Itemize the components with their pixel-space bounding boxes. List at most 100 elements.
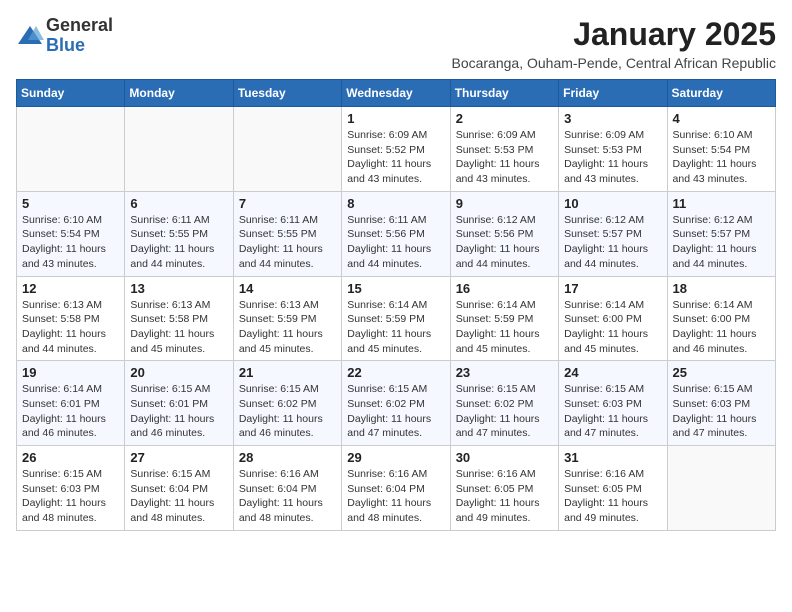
day-info: Sunrise: 6:14 AM Sunset: 5:59 PM Dayligh… <box>456 298 553 357</box>
calendar-week-row: 1Sunrise: 6:09 AM Sunset: 5:52 PM Daylig… <box>17 107 776 192</box>
calendar-cell: 16 Sunrise: 6:14 AM Sunset: 5:59 PM Dayli… <box>450 276 558 361</box>
day-info: Sunrise: 6:11 AM Sunset: 5:55 PM Dayligh… <box>239 213 336 272</box>
day-number: 12 <box>22 281 119 296</box>
calendar-cell: 19Sunrise: 6:14 AM Sunset: 6:01 PM Dayli… <box>17 361 125 446</box>
day-number: 13 <box>130 281 227 296</box>
calendar-cell: 4 Sunrise: 6:10 AM Sunset: 5:54 PM Daylig… <box>667 107 775 192</box>
calendar-cell: 26 Sunrise: 6:15 AM Sunset: 6:03 PM Dayli… <box>17 446 125 531</box>
logo: General Blue <box>16 16 113 56</box>
day-number: 8 <box>347 196 444 211</box>
day-info: Sunrise: 6:11 AM Sunset: 5:55 PM Dayligh… <box>130 213 227 272</box>
day-info: Sunrise: 6:14 AM Sunset: 6:01 PM Dayligh… <box>22 382 119 441</box>
day-info: Sunrise: 6:15 AM Sunset: 6:02 PM Dayligh… <box>347 382 444 441</box>
calendar-cell: 9Sunrise: 6:12 AM Sunset: 5:56 PM Daylig… <box>450 191 558 276</box>
day-info: Sunrise: 6:15 AM Sunset: 6:01 PM Dayligh… <box>130 382 227 441</box>
calendar-cell: 25 Sunrise: 6:15 AM Sunset: 6:03 PM Dayli… <box>667 361 775 446</box>
day-number: 17 <box>564 281 661 296</box>
month-year-title: January 2025 <box>451 16 776 53</box>
calendar-cell: 27 Sunrise: 6:15 AM Sunset: 6:04 PM Dayli… <box>125 446 233 531</box>
day-number: 29 <box>347 450 444 465</box>
day-info: Sunrise: 6:16 AM Sunset: 6:04 PM Dayligh… <box>347 467 444 526</box>
day-info: Sunrise: 6:13 AM Sunset: 5:58 PM Dayligh… <box>130 298 227 357</box>
day-info: Sunrise: 6:11 AM Sunset: 5:56 PM Dayligh… <box>347 213 444 272</box>
day-number: 14 <box>239 281 336 296</box>
calendar-cell: 28Sunrise: 6:16 AM Sunset: 6:04 PM Dayli… <box>233 446 341 531</box>
calendar-cell: 29 Sunrise: 6:16 AM Sunset: 6:04 PM Dayli… <box>342 446 450 531</box>
day-number: 23 <box>456 365 553 380</box>
day-number: 31 <box>564 450 661 465</box>
calendar-cell <box>233 107 341 192</box>
day-number: 1 <box>347 111 444 126</box>
weekday-header-sunday: Sunday <box>17 80 125 107</box>
weekday-header-thursday: Thursday <box>450 80 558 107</box>
day-info: Sunrise: 6:09 AM Sunset: 5:53 PM Dayligh… <box>564 128 661 187</box>
day-info: Sunrise: 6:14 AM Sunset: 6:00 PM Dayligh… <box>673 298 770 357</box>
calendar-cell: 10 Sunrise: 6:12 AM Sunset: 5:57 PM Dayli… <box>559 191 667 276</box>
calendar-cell: 13 Sunrise: 6:13 AM Sunset: 5:58 PM Dayli… <box>125 276 233 361</box>
day-info: Sunrise: 6:15 AM Sunset: 6:02 PM Dayligh… <box>239 382 336 441</box>
day-number: 4 <box>673 111 770 126</box>
calendar-week-row: 26 Sunrise: 6:15 AM Sunset: 6:03 PM Dayli… <box>17 446 776 531</box>
day-info: Sunrise: 6:15 AM Sunset: 6:04 PM Dayligh… <box>130 467 227 526</box>
day-number: 6 <box>130 196 227 211</box>
day-number: 30 <box>456 450 553 465</box>
logo-icon <box>16 24 44 48</box>
day-number: 27 <box>130 450 227 465</box>
day-number: 28 <box>239 450 336 465</box>
day-info: Sunrise: 6:16 AM Sunset: 6:05 PM Dayligh… <box>456 467 553 526</box>
logo-general-text: General <box>46 15 113 35</box>
day-info: Sunrise: 6:12 AM Sunset: 5:57 PM Dayligh… <box>564 213 661 272</box>
calendar-cell: 8 Sunrise: 6:11 AM Sunset: 5:56 PM Daylig… <box>342 191 450 276</box>
calendar-cell: 6 Sunrise: 6:11 AM Sunset: 5:55 PM Daylig… <box>125 191 233 276</box>
day-number: 10 <box>564 196 661 211</box>
logo-blue-text: Blue <box>46 35 85 55</box>
calendar-cell: 14Sunrise: 6:13 AM Sunset: 5:59 PM Dayli… <box>233 276 341 361</box>
weekday-header-saturday: Saturday <box>667 80 775 107</box>
day-info: Sunrise: 6:15 AM Sunset: 6:03 PM Dayligh… <box>22 467 119 526</box>
calendar-week-row: 5Sunrise: 6:10 AM Sunset: 5:54 PM Daylig… <box>17 191 776 276</box>
calendar-cell: 18 Sunrise: 6:14 AM Sunset: 6:00 PM Dayli… <box>667 276 775 361</box>
day-number: 7 <box>239 196 336 211</box>
day-info: Sunrise: 6:12 AM Sunset: 5:57 PM Dayligh… <box>673 213 770 272</box>
calendar-cell: 30 Sunrise: 6:16 AM Sunset: 6:05 PM Dayli… <box>450 446 558 531</box>
weekday-header-wednesday: Wednesday <box>342 80 450 107</box>
calendar-cell: 17 Sunrise: 6:14 AM Sunset: 6:00 PM Dayli… <box>559 276 667 361</box>
calendar-cell: 31 Sunrise: 6:16 AM Sunset: 6:05 PM Dayli… <box>559 446 667 531</box>
day-number: 25 <box>673 365 770 380</box>
calendar-cell: 1Sunrise: 6:09 AM Sunset: 5:52 PM Daylig… <box>342 107 450 192</box>
day-info: Sunrise: 6:14 AM Sunset: 5:59 PM Dayligh… <box>347 298 444 357</box>
day-info: Sunrise: 6:16 AM Sunset: 6:05 PM Dayligh… <box>564 467 661 526</box>
weekday-header-row: SundayMondayTuesdayWednesdayThursdayFrid… <box>17 80 776 107</box>
calendar-cell: 7 Sunrise: 6:11 AM Sunset: 5:55 PM Daylig… <box>233 191 341 276</box>
calendar-cell <box>17 107 125 192</box>
calendar-table: SundayMondayTuesdayWednesdayThursdayFrid… <box>16 79 776 531</box>
day-info: Sunrise: 6:10 AM Sunset: 5:54 PM Dayligh… <box>673 128 770 187</box>
calendar-week-row: 12 Sunrise: 6:13 AM Sunset: 5:58 PM Dayli… <box>17 276 776 361</box>
calendar-week-row: 19Sunrise: 6:14 AM Sunset: 6:01 PM Dayli… <box>17 361 776 446</box>
day-info: Sunrise: 6:09 AM Sunset: 5:53 PM Dayligh… <box>456 128 553 187</box>
calendar-cell: 23 Sunrise: 6:15 AM Sunset: 6:02 PM Dayli… <box>450 361 558 446</box>
calendar-cell: 11Sunrise: 6:12 AM Sunset: 5:57 PM Dayli… <box>667 191 775 276</box>
weekday-header-monday: Monday <box>125 80 233 107</box>
calendar-cell: 20 Sunrise: 6:15 AM Sunset: 6:01 PM Dayli… <box>125 361 233 446</box>
day-number: 21 <box>239 365 336 380</box>
location-subtitle: Bocaranga, Ouham-Pende, Central African … <box>451 55 776 71</box>
calendar-cell <box>125 107 233 192</box>
title-block: January 2025 Bocaranga, Ouham-Pende, Cen… <box>451 16 776 71</box>
day-number: 24 <box>564 365 661 380</box>
calendar-cell: 22 Sunrise: 6:15 AM Sunset: 6:02 PM Dayli… <box>342 361 450 446</box>
day-info: Sunrise: 6:15 AM Sunset: 6:03 PM Dayligh… <box>673 382 770 441</box>
day-number: 22 <box>347 365 444 380</box>
day-number: 26 <box>22 450 119 465</box>
day-number: 9 <box>456 196 553 211</box>
calendar-cell: 5Sunrise: 6:10 AM Sunset: 5:54 PM Daylig… <box>17 191 125 276</box>
day-info: Sunrise: 6:15 AM Sunset: 6:02 PM Dayligh… <box>456 382 553 441</box>
day-number: 16 <box>456 281 553 296</box>
day-number: 5 <box>22 196 119 211</box>
day-info: Sunrise: 6:14 AM Sunset: 6:00 PM Dayligh… <box>564 298 661 357</box>
calendar-cell: 12Sunrise: 6:13 AM Sunset: 5:58 PM Dayli… <box>17 276 125 361</box>
day-number: 20 <box>130 365 227 380</box>
page-header: General Blue January 2025 Bocaranga, Ouh… <box>16 16 776 71</box>
weekday-header-tuesday: Tuesday <box>233 80 341 107</box>
day-number: 18 <box>673 281 770 296</box>
